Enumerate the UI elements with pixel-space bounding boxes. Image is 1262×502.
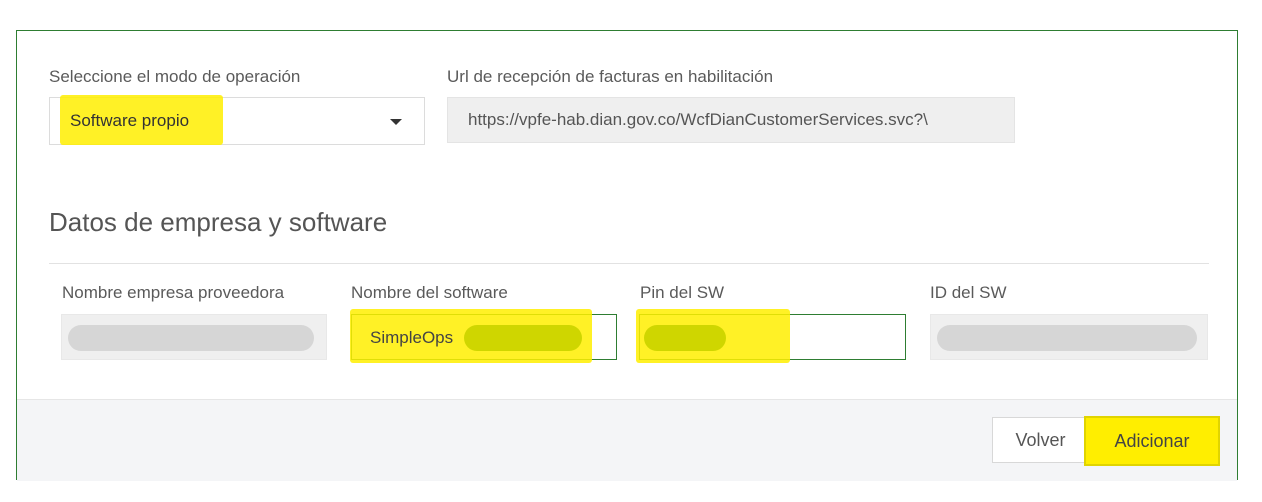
section-divider — [49, 263, 1209, 264]
url-field[interactable]: https://vpfe-hab.dian.gov.co/WcfDianCust… — [447, 97, 1015, 143]
pin-field[interactable] — [636, 309, 906, 363]
redacted-value — [937, 325, 1197, 351]
provider-name-label: Nombre empresa proveedora — [62, 283, 285, 302]
operation-mode-label: Seleccione el modo de operación — [49, 67, 301, 86]
software-name-value: SimpleOps — [370, 328, 454, 347]
url-value: https://vpfe-hab.dian.gov.co/WcfDianCust… — [468, 110, 928, 129]
back-button[interactable]: Volver — [992, 417, 1089, 463]
operation-config-panel: Seleccione el modo de operación Software… — [16, 30, 1238, 481]
pin-label: Pin del SW — [640, 283, 725, 302]
panel-footer: Volver Adicionar — [17, 399, 1237, 481]
add-button[interactable]: Adicionar — [1084, 416, 1220, 466]
redacted-value — [464, 325, 582, 351]
url-label: Url de recepción de facturas en habilita… — [447, 67, 774, 86]
redacted-value — [644, 325, 726, 351]
operation-mode-select[interactable]: Software propio — [49, 95, 425, 145]
id-label: ID del SW — [930, 283, 1007, 302]
software-name-field[interactable]: SimpleOps — [350, 309, 617, 363]
id-field[interactable] — [930, 314, 1208, 360]
software-name-label: Nombre del software — [351, 283, 508, 302]
caret-down-icon — [390, 119, 402, 125]
redacted-value — [68, 325, 314, 351]
operation-mode-value: Software propio — [70, 111, 190, 130]
provider-name-field[interactable] — [61, 314, 327, 360]
section-title: Datos de empresa y software — [49, 207, 388, 237]
